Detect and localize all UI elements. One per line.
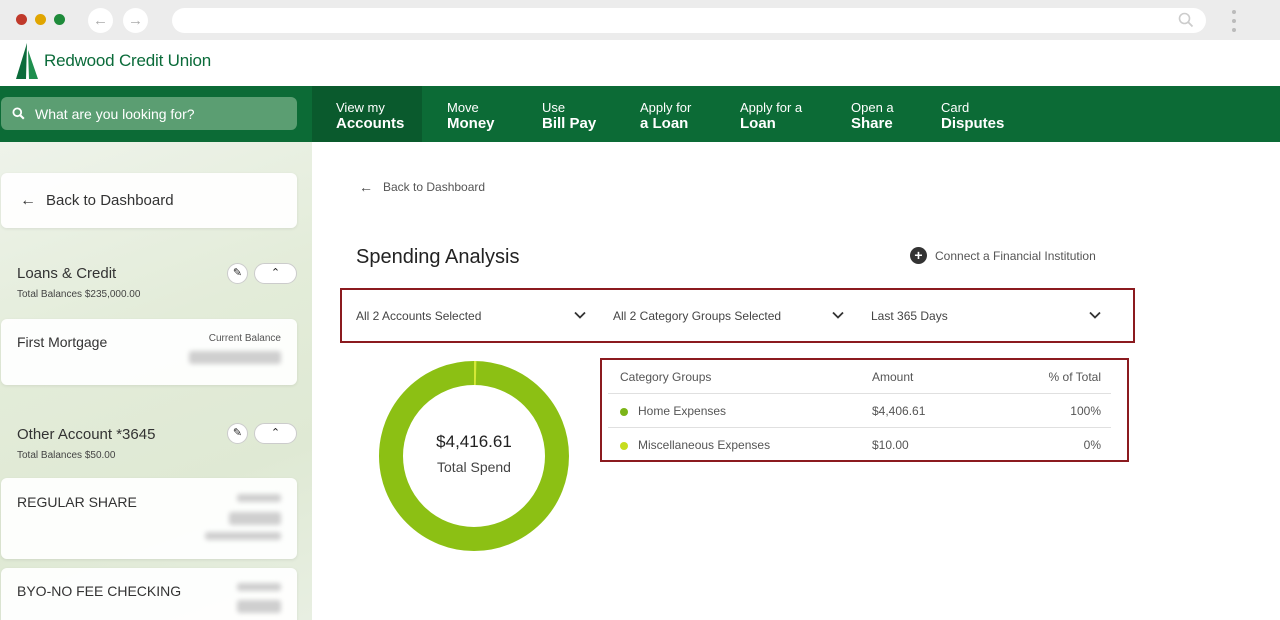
window-maximize-button[interactable] — [54, 14, 65, 25]
site-search[interactable] — [1, 97, 297, 130]
edit-pencil-icon[interactable]: ✎ — [227, 423, 248, 444]
nav-open-share[interactable]: Open a Share — [851, 86, 894, 142]
search-icon — [12, 107, 25, 120]
sidebar-back-to-dashboard[interactable]: ← Back to Dashboard — [1, 173, 297, 228]
group-title-other-account: Other Account *3645 — [17, 426, 156, 443]
address-bar[interactable] — [172, 8, 1206, 33]
edit-pencil-icon[interactable]: ✎ — [227, 263, 248, 284]
total-spend-amount: $4,416.61 — [436, 432, 512, 451]
account-card-byo-checking[interactable]: BYO-NO FEE CHECKING — [1, 568, 297, 620]
account-card-first-mortgage[interactable]: First Mortgage Current Balance — [1, 319, 297, 385]
brand-name: Redwood Credit Union — [44, 51, 212, 70]
arrow-left-icon: ← — [359, 179, 373, 195]
browser-menu-icon[interactable] — [1231, 10, 1237, 32]
search-input[interactable] — [35, 105, 275, 122]
nav-apply-loan[interactable]: Apply for a Loan — [640, 86, 691, 142]
category-table: Category Groups Amount % of Total Home E… — [600, 358, 1129, 462]
chevron-down-icon[interactable] — [573, 308, 587, 322]
nav-bill-pay[interactable]: Use Bill Pay — [542, 86, 596, 142]
browser-forward-button[interactable]: → — [123, 8, 148, 33]
group-title-loans: Loans & Credit — [17, 265, 117, 282]
table-row[interactable]: Miscellaneous Expenses $10.00 0% — [608, 428, 1111, 462]
collapse-chevron-icon[interactable]: ⌃ — [254, 263, 297, 284]
window-minimize-button[interactable] — [35, 14, 46, 25]
nav-move-money[interactable]: Move Money — [447, 86, 495, 142]
table-row[interactable]: Home Expenses $4,406.61 100% — [608, 394, 1111, 428]
accounts-sidebar: ← Back to Dashboard Loans & Credit Total… — [0, 142, 312, 620]
hidden-label — [237, 583, 281, 591]
window-close-button[interactable] — [16, 14, 27, 25]
connect-institution-link[interactable]: + Connect a Financial Institution — [910, 247, 1096, 264]
col-header-amount: Amount — [872, 370, 914, 384]
tree-logo-icon — [16, 43, 38, 79]
category-color-dot — [620, 408, 628, 416]
main-navigation: View my Accounts Move Money Use Bill Pay… — [0, 86, 1280, 142]
col-header-category: Category Groups — [620, 370, 712, 384]
main-content: ← Back to Dashboard Spending Analysis + … — [312, 142, 1280, 620]
nav-card-disputes[interactable]: Card Disputes — [941, 86, 1004, 142]
table-header: Category Groups Amount % of Total — [608, 360, 1111, 394]
nav-apply-for-a-loan[interactable]: Apply for a Loan — [740, 86, 802, 142]
hidden-balance — [237, 600, 281, 613]
search-icon — [1178, 12, 1194, 28]
donut-segment-home-expenses — [379, 361, 569, 551]
accounts-filter-dropdown[interactable]: All 2 Accounts Selected — [356, 290, 596, 341]
category-filter-dropdown[interactable]: All 2 Category Groups Selected — [613, 290, 853, 341]
hidden-balance — [189, 351, 281, 364]
total-spend-label: Total Spend — [437, 459, 511, 475]
filter-bar: All 2 Accounts Selected All 2 Category G… — [340, 288, 1135, 343]
arrow-left-icon: ← — [20, 191, 36, 209]
site-header: Redwood Credit Union — [0, 40, 1280, 86]
browser-back-button[interactable]: ← — [88, 8, 113, 33]
back-to-dashboard-link[interactable]: ← Back to Dashboard — [359, 179, 485, 195]
hidden-label — [205, 532, 281, 540]
page-title: Spending Analysis — [356, 246, 520, 268]
chevron-down-icon[interactable] — [831, 308, 845, 322]
category-color-dot — [620, 442, 628, 450]
period-filter-dropdown[interactable]: Last 365 Days — [871, 290, 1111, 341]
col-header-percent: % of Total — [1048, 370, 1101, 384]
nav-view-accounts[interactable]: View my Accounts — [312, 86, 422, 142]
hidden-balance — [229, 512, 281, 525]
browser-chrome: ← → — [0, 0, 1280, 40]
collapse-chevron-icon[interactable]: ⌃ — [254, 423, 297, 444]
brand-logo[interactable]: Redwood Credit Union — [14, 42, 211, 80]
plus-circle-icon: + — [910, 247, 927, 264]
spending-donut-chart — [379, 361, 569, 551]
group-subtitle-other-account: Total Balances $50.00 — [17, 450, 116, 461]
account-card-regular-share[interactable]: REGULAR SHARE — [1, 478, 297, 559]
group-subtitle-loans: Total Balances $235,000.00 — [17, 289, 141, 300]
chevron-down-icon[interactable] — [1088, 308, 1102, 322]
hidden-label — [237, 494, 281, 502]
